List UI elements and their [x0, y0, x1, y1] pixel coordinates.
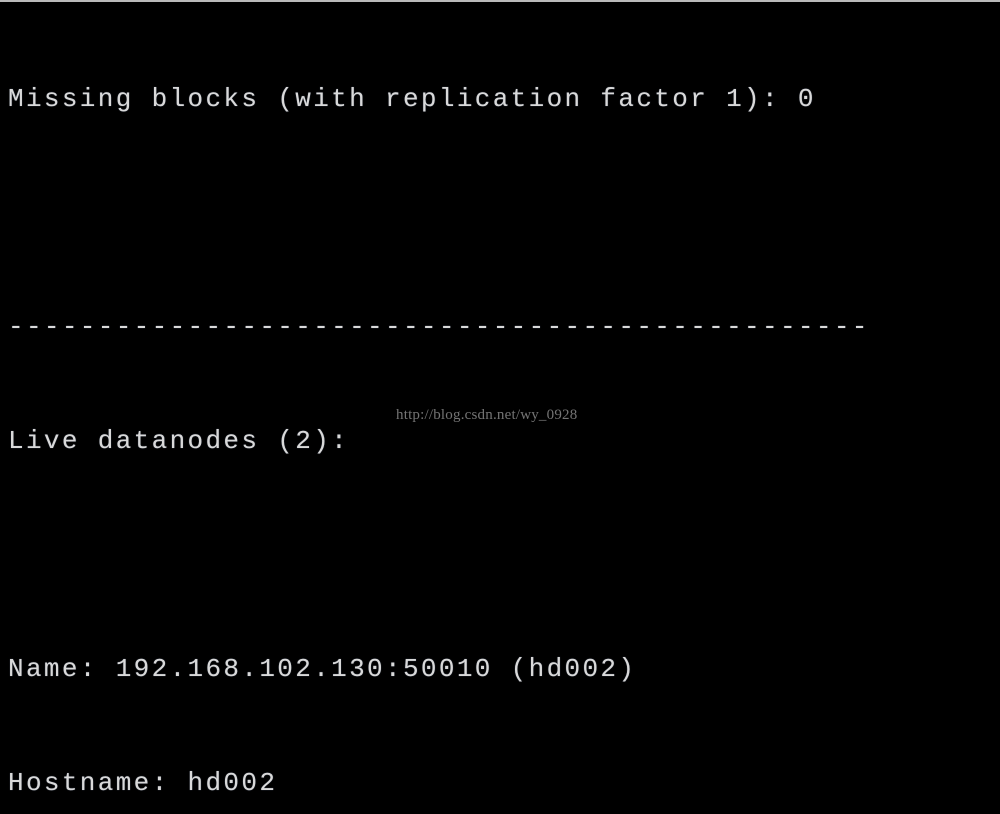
- console-output[interactable]: Missing blocks (with replication factor …: [0, 2, 1000, 814]
- output-line-missing-blocks: Missing blocks (with replication factor …: [8, 84, 816, 114]
- output-line-name: Name: 192.168.102.130:50010 (hd002): [8, 654, 637, 684]
- output-line-blank-2: [8, 536, 1000, 574]
- output-line-live-datanodes-header: Live datanodes (2):: [8, 426, 350, 456]
- terminal-window[interactable]: Missing blocks (with replication factor …: [0, 0, 1000, 814]
- output-line-blank-1: [8, 194, 1000, 232]
- output-line-hostname: Hostname: hd002: [8, 768, 278, 798]
- output-line-separator: ----------------------------------------…: [8, 312, 870, 342]
